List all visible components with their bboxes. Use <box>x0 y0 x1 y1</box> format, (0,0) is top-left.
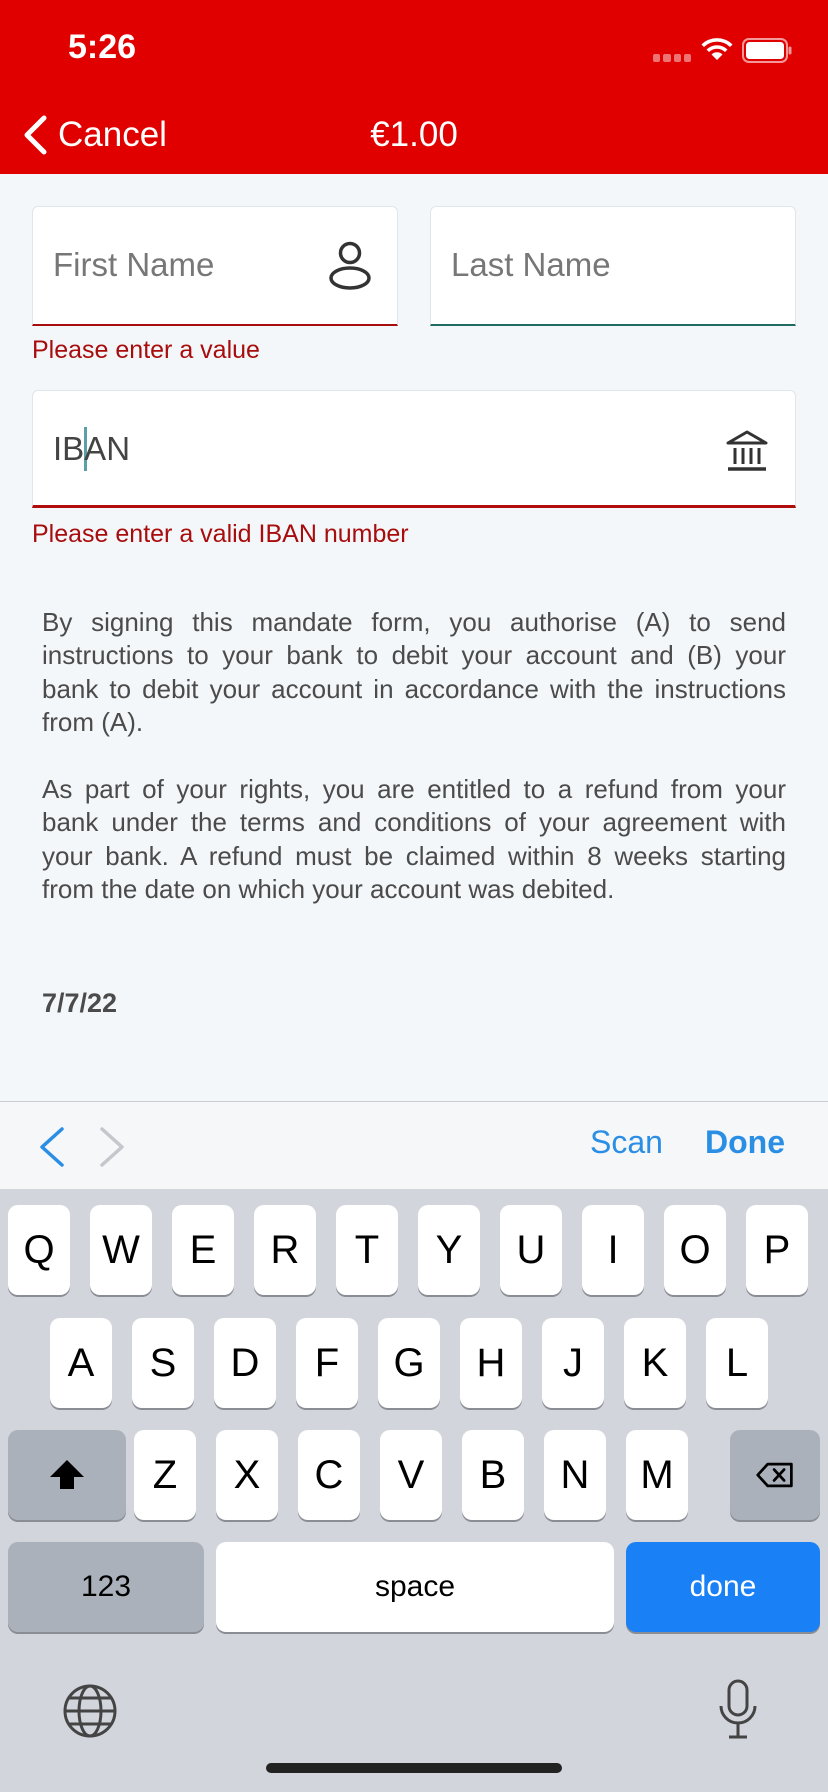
scan-button[interactable]: Scan <box>590 1124 663 1161</box>
key-l[interactable]: L <box>706 1318 768 1408</box>
mandate-paragraph-2: As part of your rights, you are entitled… <box>42 774 786 904</box>
mandate-paragraph-1: By signing this mandate form, you author… <box>42 607 786 737</box>
space-key[interactable]: space <box>216 1542 614 1632</box>
first-name-error: Please enter a value <box>32 336 260 364</box>
chevron-left-icon[interactable] <box>38 1126 66 1168</box>
battery-icon <box>742 38 792 63</box>
shift-key[interactable] <box>8 1430 126 1520</box>
last-name-field[interactable]: Last Name <box>430 206 796 326</box>
shift-icon <box>50 1460 84 1489</box>
key-o[interactable]: O <box>664 1205 726 1295</box>
bank-icon <box>726 430 768 471</box>
key-d[interactable]: D <box>214 1318 276 1408</box>
key-a[interactable]: A <box>50 1318 112 1408</box>
first-name-placeholder: First Name <box>53 246 215 283</box>
done-button[interactable]: Done <box>705 1124 785 1161</box>
first-name-field[interactable]: First Name <box>32 206 398 326</box>
key-i[interactable]: I <box>582 1205 644 1295</box>
key-n[interactable]: N <box>544 1430 606 1520</box>
key-f[interactable]: F <box>296 1318 358 1408</box>
delete-key[interactable] <box>730 1430 820 1520</box>
delete-icon <box>756 1462 793 1488</box>
chevron-right-icon[interactable] <box>98 1126 126 1168</box>
key-p[interactable]: P <box>746 1205 808 1295</box>
key-j[interactable]: J <box>542 1318 604 1408</box>
key-w[interactable]: W <box>90 1205 152 1295</box>
numbers-key[interactable]: 123 <box>8 1542 204 1632</box>
last-name-placeholder: Last Name <box>451 246 611 283</box>
chevron-left-icon <box>24 115 47 155</box>
key-e[interactable]: E <box>172 1205 234 1295</box>
cancel-button[interactable]: Cancel <box>22 112 167 158</box>
key-c[interactable]: C <box>298 1430 360 1520</box>
key-b[interactable]: B <box>462 1430 524 1520</box>
key-h[interactable]: H <box>460 1318 522 1408</box>
keyboard-accessory-bar: Scan Done <box>0 1101 828 1189</box>
key-z[interactable]: Z <box>134 1430 196 1520</box>
key-r[interactable]: R <box>254 1205 316 1295</box>
iban-error: Please enter a valid IBAN number <box>32 520 409 548</box>
microphone-icon[interactable] <box>714 1678 762 1742</box>
key-s[interactable]: S <box>132 1318 194 1408</box>
person-icon <box>329 241 371 290</box>
key-q[interactable]: Q <box>8 1205 70 1295</box>
key-k[interactable]: K <box>624 1318 686 1408</box>
return-key[interactable]: done <box>626 1542 820 1632</box>
cancel-label: Cancel <box>58 115 167 154</box>
key-u[interactable]: U <box>500 1205 562 1295</box>
home-indicator <box>266 1763 562 1773</box>
iban-placeholder: IBAN <box>53 430 131 467</box>
wifi-icon <box>701 38 733 60</box>
mandate-date: 7/7/22 <box>42 988 118 1018</box>
key-t[interactable]: T <box>336 1205 398 1295</box>
key-x[interactable]: X <box>216 1430 278 1520</box>
key-m[interactable]: M <box>626 1430 688 1520</box>
key-v[interactable]: V <box>380 1430 442 1520</box>
key-y[interactable]: Y <box>418 1205 480 1295</box>
key-g[interactable]: G <box>378 1318 440 1408</box>
nav-header: 5:26 Cancel €1.00 <box>0 0 828 174</box>
status-time: 5:26 <box>68 28 137 66</box>
signal-icon <box>653 54 691 62</box>
iban-field[interactable]: IBAN <box>32 390 796 508</box>
globe-icon[interactable] <box>62 1683 118 1739</box>
